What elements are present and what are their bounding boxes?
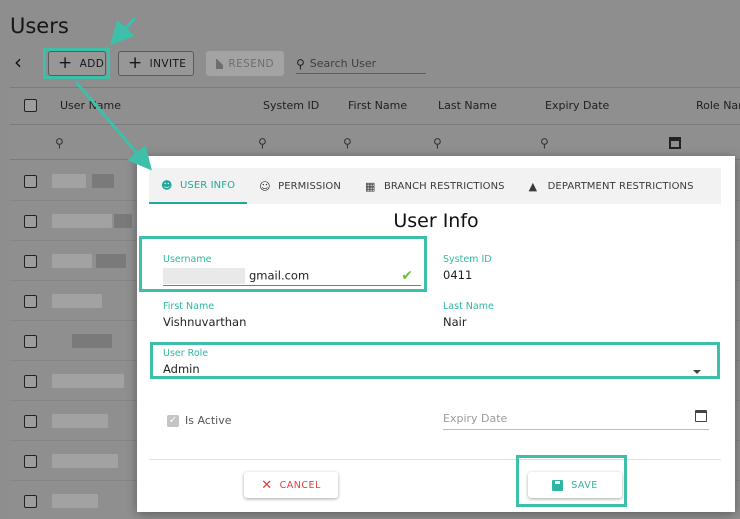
username-label: Username — [163, 254, 212, 265]
redacted-cell — [114, 214, 132, 228]
redacted-cell — [52, 254, 92, 268]
dialog-title: User Info — [393, 210, 479, 232]
dropdown-arrow-icon[interactable] — [693, 370, 701, 374]
redacted-cell — [52, 174, 86, 188]
tab-label: BRANCH RESTRICTIONS — [383, 180, 505, 192]
close-icon: ✕ — [261, 477, 273, 493]
column-header-role-name[interactable]: Role Nam — [696, 99, 740, 112]
branch-icon: ▦ — [364, 179, 376, 193]
column-header-expiry-date[interactable]: Expiry Date — [545, 99, 609, 112]
search-input[interactable] — [309, 57, 410, 70]
check-icon: ✔ — [401, 268, 413, 284]
column-header-system-id[interactable]: System ID — [263, 99, 319, 112]
redacted-cell — [52, 374, 124, 388]
redacted-cell — [72, 334, 112, 348]
footer-divider — [149, 459, 721, 460]
permission-icon: ☺ — [259, 179, 271, 193]
row-checkbox[interactable] — [24, 415, 37, 428]
filter-row: ⚲ ⚲ ⚲ ⚲ ⚲ — [10, 124, 740, 160]
column-header-last-name[interactable]: Last Name — [438, 99, 497, 112]
row-checkbox[interactable] — [24, 255, 37, 268]
expiry-date-placeholder: Expiry Date — [443, 412, 508, 425]
tab-label: DEPARTMENT RESTRICTIONS — [547, 180, 694, 192]
tab-user-info[interactable]: ☻ USER INFO — [149, 168, 248, 204]
last-name-label: Last Name — [443, 301, 494, 312]
user-info-dialog: ☻ USER INFO ☺ PERMISSION ▦ BRANCH RESTRI… — [137, 156, 735, 512]
tab-permission[interactable]: ☺ PERMISSION — [247, 168, 353, 204]
grid-header: User Name System ID First Name Last Name… — [10, 88, 740, 124]
filter-search-icon[interactable]: ⚲ — [433, 136, 442, 150]
redacted-cell — [52, 214, 112, 228]
redacted-cell — [52, 454, 118, 468]
resend-button-label: RESEND — [228, 57, 274, 70]
redacted-cell — [92, 174, 114, 188]
redacted-cell — [52, 294, 102, 308]
tab-branch-restrictions[interactable]: ▦ BRANCH RESTRICTIONS — [353, 168, 517, 204]
last-name-value: Nair — [443, 315, 467, 329]
add-button-label: ADD — [79, 57, 105, 70]
dialog-tabs: ☻ USER INFO ☺ PERMISSION ▦ BRANCH RESTRI… — [149, 168, 721, 204]
redacted-cell — [52, 414, 108, 428]
cancel-button[interactable]: ✕ CANCEL — [244, 472, 338, 498]
is-active-label: Is Active — [185, 414, 232, 427]
resend-button[interactable]: RESEND — [206, 51, 284, 76]
cancel-button-label: CANCEL — [279, 479, 321, 491]
masked-username — [163, 268, 245, 284]
page-title: Users — [10, 14, 69, 38]
first-name-value: Vishnuvarthan — [163, 315, 247, 329]
save-icon — [552, 479, 564, 491]
save-button-label: SAVE — [571, 479, 598, 491]
back-icon[interactable]: ‹ — [14, 52, 28, 72]
tab-department-restrictions[interactable]: ▲ DEPARTMENT RESTRICTIONS — [517, 168, 706, 204]
system-id-value: 0411 — [443, 268, 473, 282]
system-id-field: System ID 0411 — [443, 254, 643, 286]
user-info-icon: ☻ — [161, 178, 173, 192]
first-name-field[interactable]: First Name Vishnuvarthan — [163, 301, 421, 333]
invite-button[interactable]: + INVITE — [118, 51, 194, 76]
last-name-field[interactable]: Last Name Nair — [443, 301, 643, 333]
username-value-row: gmail.com — [163, 268, 421, 284]
row-checkbox[interactable] — [24, 495, 37, 508]
first-name-label: First Name — [163, 301, 215, 312]
expiry-date-field[interactable]: Expiry Date — [443, 404, 709, 430]
row-checkbox[interactable] — [24, 215, 37, 228]
add-button[interactable]: + ADD — [48, 51, 106, 76]
select-all-checkbox[interactable] — [24, 99, 37, 112]
mail-icon — [216, 58, 230, 69]
check-icon[interactable]: ✓ — [167, 414, 179, 427]
username-value: gmail.com — [249, 268, 310, 283]
filter-search-icon[interactable]: ⚲ — [55, 136, 64, 150]
column-header-user-name[interactable]: User Name — [60, 99, 121, 112]
search-icon: ⚲ — [296, 56, 305, 71]
invite-button-label: INVITE — [149, 57, 187, 70]
filter-search-icon[interactable]: ⚲ — [540, 136, 549, 150]
calendar-icon[interactable] — [669, 137, 681, 149]
calendar-icon[interactable] — [695, 410, 707, 422]
column-header-first-name[interactable]: First Name — [348, 99, 407, 112]
system-id-label: System ID — [443, 254, 492, 265]
save-button[interactable]: SAVE — [528, 472, 622, 498]
row-checkbox[interactable] — [24, 375, 37, 388]
user-role-select[interactable]: User Role Admin — [163, 348, 709, 378]
department-icon: ▲ — [528, 179, 538, 193]
filter-search-icon[interactable]: ⚲ — [258, 136, 267, 150]
row-checkbox[interactable] — [24, 335, 37, 348]
row-checkbox[interactable] — [24, 455, 37, 468]
user-role-label: User Role — [163, 348, 209, 359]
search-box: ⚲ — [296, 54, 426, 74]
filter-search-icon[interactable]: ⚲ — [343, 136, 352, 150]
plus-icon: + — [128, 53, 143, 73]
username-field[interactable]: Username gmail.com ✔ — [163, 254, 421, 286]
is-active-checkbox[interactable]: ✓ Is Active — [167, 414, 232, 427]
redacted-cell — [52, 494, 98, 508]
tab-label: USER INFO — [180, 179, 236, 191]
user-role-value: Admin — [163, 362, 200, 376]
row-checkbox[interactable] — [24, 175, 37, 188]
tab-label: PERMISSION — [278, 180, 341, 192]
toolbar: ‹ + ADD + INVITE RESEND ⚲ — [0, 48, 740, 78]
redacted-cell — [96, 254, 126, 268]
row-checkbox[interactable] — [24, 295, 37, 308]
plus-icon: + — [58, 53, 73, 73]
